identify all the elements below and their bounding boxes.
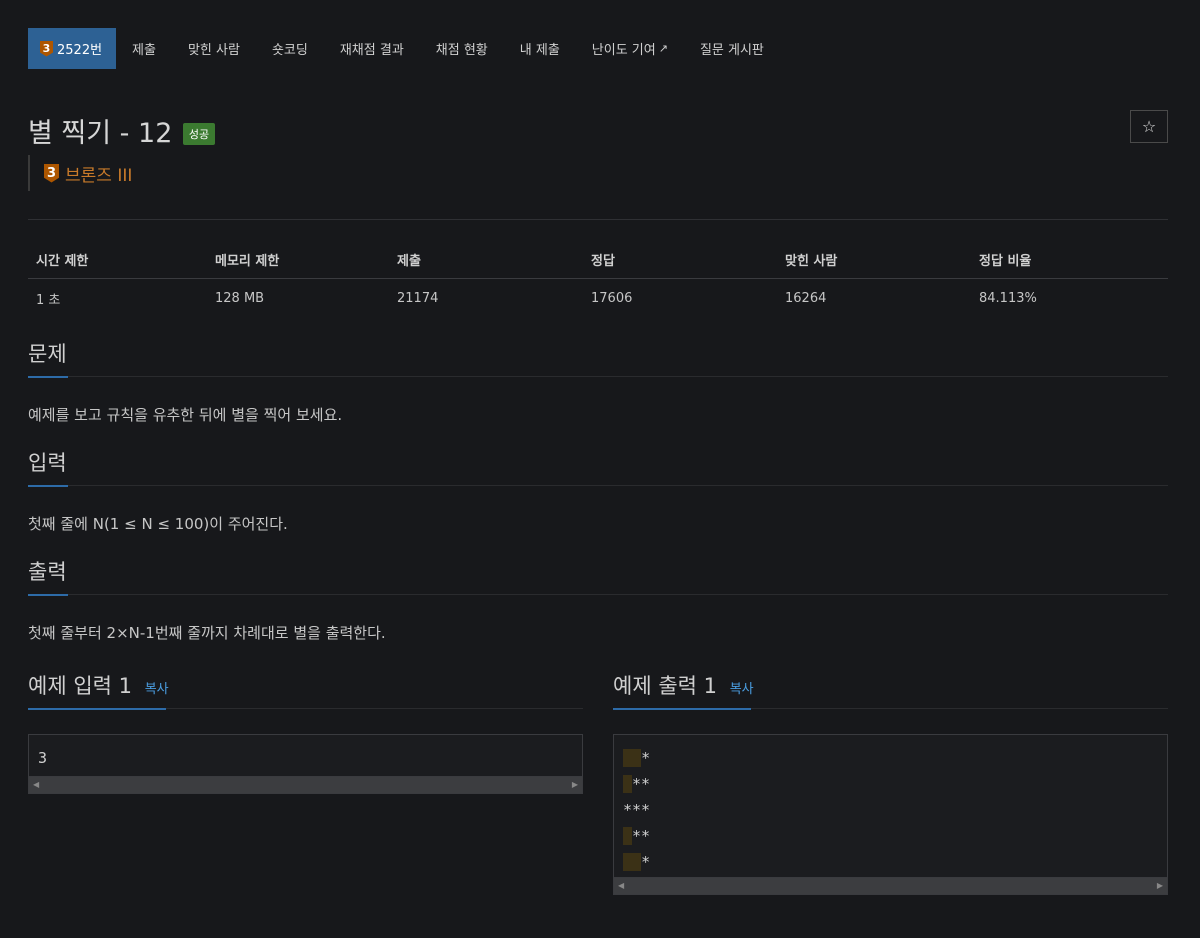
leading-space bbox=[623, 853, 642, 871]
section-underline bbox=[28, 376, 68, 378]
section-underline bbox=[28, 485, 68, 487]
leading-space bbox=[623, 827, 633, 845]
star-icon: ☆ bbox=[1141, 117, 1157, 136]
header-submissions: 제출 bbox=[389, 241, 583, 279]
sample-input-box[interactable]: 3 bbox=[28, 734, 583, 777]
problem-title: 별 찍기 - 12 bbox=[28, 118, 173, 149]
leading-space bbox=[623, 749, 642, 767]
section-title: 입력 bbox=[28, 451, 67, 475]
tab-solved-users[interactable]: 맞힌 사람 bbox=[172, 28, 256, 69]
copy-button[interactable]: 복사 bbox=[145, 682, 169, 697]
leading-space bbox=[623, 775, 633, 793]
tab-label: 2522번 bbox=[57, 43, 103, 58]
horizontal-scrollbar[interactable]: ◀ ▶ bbox=[613, 878, 1168, 895]
bronze-tier-icon: 3 bbox=[44, 163, 59, 183]
sample-title: 예제 출력 1 bbox=[613, 674, 717, 698]
scroll-right-icon[interactable]: ▶ bbox=[572, 780, 578, 789]
section-underline bbox=[613, 708, 751, 710]
copy-button[interactable]: 복사 bbox=[730, 682, 754, 697]
section-problem: 문제 예제를 보고 규칙을 유추한 뒤에 별을 찍어 보세요. bbox=[28, 334, 1168, 426]
external-link-icon: ↗ bbox=[658, 42, 668, 55]
horizontal-scrollbar[interactable]: ◀ ▶ bbox=[28, 777, 583, 794]
favorite-star-button[interactable]: ☆ bbox=[1130, 110, 1168, 143]
output-line: * bbox=[623, 749, 650, 767]
sample-output-box[interactable]: * ** *** ** * bbox=[613, 734, 1168, 878]
header-accept-rate: 정답 비율 bbox=[971, 241, 1168, 279]
stars: *** bbox=[623, 801, 651, 819]
stars: ** bbox=[632, 827, 651, 845]
output-line: ** bbox=[623, 827, 650, 845]
divider bbox=[28, 219, 1168, 220]
header-memory-limit: 메모리 제한 bbox=[207, 241, 389, 279]
bronze-tier-icon: 3 bbox=[40, 40, 53, 57]
header-accepted: 정답 bbox=[583, 241, 777, 279]
stars: * bbox=[641, 749, 651, 767]
sample-output: 예제 출력 1 복사 * ** *** ** * ◀ ▶ bbox=[613, 666, 1168, 895]
header-solved-users: 맞힌 사람 bbox=[777, 241, 971, 279]
problem-menu: 3 2522번 제출 맞힌 사람 숏코딩 재채점 결과 채점 현황 내 제출 난… bbox=[28, 28, 1168, 69]
output-line: * bbox=[623, 853, 650, 871]
scroll-right-icon[interactable]: ▶ bbox=[1157, 881, 1163, 890]
section-title: 문제 bbox=[28, 342, 67, 366]
tab-submit[interactable]: 제출 bbox=[116, 28, 172, 69]
accept-rate-value: 84.113% bbox=[979, 291, 1037, 306]
scroll-left-icon[interactable]: ◀ bbox=[618, 881, 624, 890]
tab-short-coding[interactable]: 숏코딩 bbox=[256, 28, 324, 69]
section-underline bbox=[28, 708, 166, 710]
tab-rejudge-results[interactable]: 재채점 결과 bbox=[324, 28, 420, 69]
section-input: 입력 첫째 줄에 N(1 ≤ N ≤ 100)이 주어진다. bbox=[28, 443, 1168, 535]
stars: ** bbox=[632, 775, 651, 793]
output-line: ** bbox=[623, 775, 650, 793]
tab-label: 난이도 기여 bbox=[591, 43, 656, 58]
problem-info-table: 시간 제한 메모리 제한 제출 정답 맞힌 사람 정답 비율 1 초 128 M… bbox=[28, 241, 1168, 318]
status-badge: 성공 bbox=[182, 122, 216, 145]
time-limit-value: 1 초 bbox=[36, 293, 61, 308]
sample-title: 예제 입력 1 bbox=[28, 674, 132, 698]
memory-limit-value: 128 MB bbox=[215, 291, 265, 306]
tab-my-submissions[interactable]: 내 제출 bbox=[504, 28, 576, 69]
scroll-left-icon[interactable]: ◀ bbox=[33, 780, 39, 789]
tab-question-board[interactable]: 질문 게시판 bbox=[684, 28, 780, 69]
accepted-value: 17606 bbox=[591, 291, 633, 306]
tier-label[interactable]: 브론즈 III bbox=[65, 161, 132, 186]
section-title: 출력 bbox=[28, 560, 67, 584]
tab-problem[interactable]: 3 2522번 bbox=[28, 28, 117, 69]
output-line: *** bbox=[623, 801, 650, 819]
section-body: 첫째 줄부터 2×N-1번째 줄까지 차례대로 별을 출력한다. bbox=[28, 624, 386, 642]
section-underline bbox=[28, 594, 68, 596]
submissions-value: 21174 bbox=[397, 291, 439, 306]
section-body: 예제를 보고 규칙을 유추한 뒤에 별을 찍어 보세요. bbox=[28, 406, 343, 424]
table-row: 1 초 128 MB 21174 17606 16264 84.113% bbox=[28, 279, 1168, 319]
section-body: 첫째 줄에 N(1 ≤ N ≤ 100)이 주어진다. bbox=[28, 515, 288, 533]
tab-judge-status[interactable]: 채점 현황 bbox=[420, 28, 504, 69]
tab-difficulty-contribution[interactable]: 난이도 기여 ↗ bbox=[576, 28, 684, 69]
stars: * bbox=[641, 853, 651, 871]
section-output: 출력 첫째 줄부터 2×N-1번째 줄까지 차례대로 별을 출력한다. bbox=[28, 552, 1168, 644]
tier-info: 3 브론즈 III bbox=[28, 155, 1168, 191]
sample-input: 예제 입력 1 복사 3 ◀ ▶ bbox=[28, 666, 583, 895]
solved-users-value: 16264 bbox=[785, 291, 827, 306]
header-time-limit: 시간 제한 bbox=[28, 241, 207, 279]
